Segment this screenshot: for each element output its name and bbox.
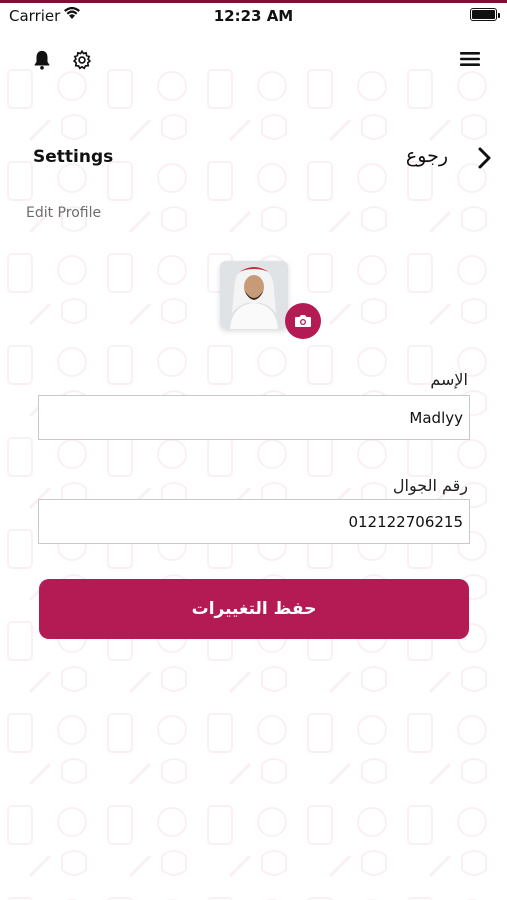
bell-icon[interactable] (31, 49, 53, 71)
save-changes-button[interactable]: حفظ التغييرات (39, 579, 469, 639)
status-time: 12:23 AM (213, 7, 294, 25)
gear-icon[interactable] (71, 49, 93, 71)
battery-fill (472, 10, 495, 19)
phone-field[interactable] (38, 499, 470, 544)
battery-icon (470, 8, 497, 21)
user-photo-icon (220, 261, 288, 329)
battery-tip (498, 13, 500, 18)
status-bar: Carrier 12:23 AM (0, 3, 507, 27)
menu-icon[interactable] (459, 50, 481, 68)
avatar[interactable] (220, 261, 288, 329)
camera-icon (295, 315, 311, 327)
edit-profile-subtitle: Edit Profile (26, 205, 102, 221)
phone-label: رقم الجوال (392, 476, 468, 495)
page-title: Settings (33, 147, 114, 167)
chevron-right-icon[interactable] (476, 146, 494, 170)
name-label: الإسم (430, 370, 468, 389)
back-button-label[interactable]: رجوع (406, 145, 448, 167)
name-field[interactable] (38, 395, 470, 440)
camera-button[interactable] (285, 303, 321, 339)
